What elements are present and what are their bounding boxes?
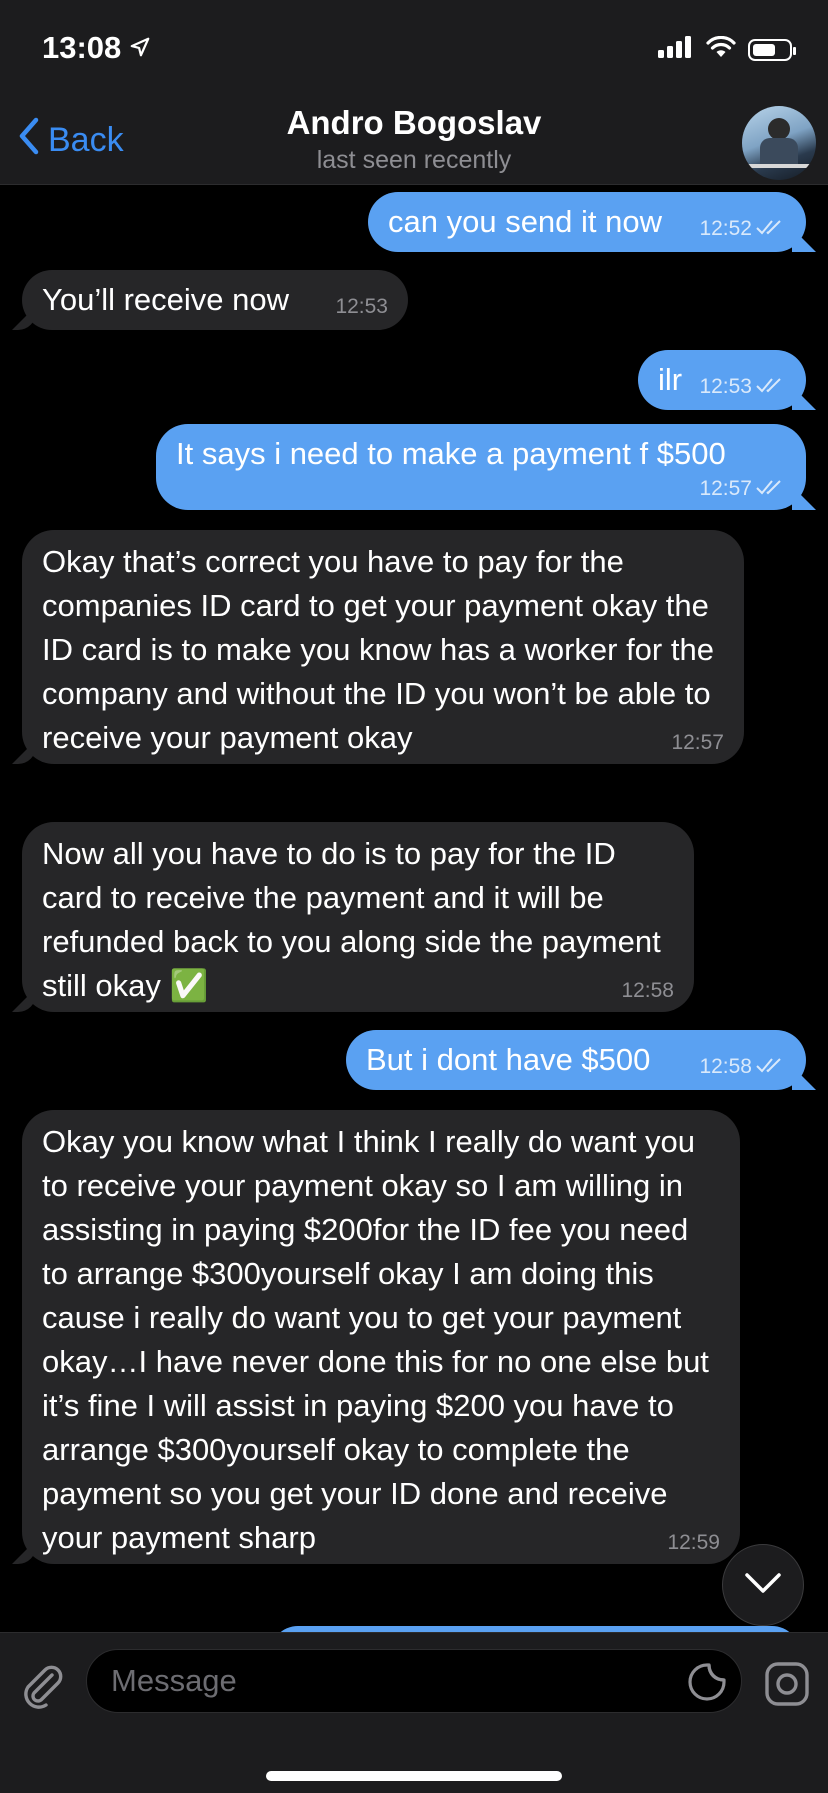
wifi-icon (706, 35, 736, 63)
read-checkmarks-icon (756, 216, 786, 242)
contact-name: Andro Bogoslav (286, 104, 542, 141)
message-text: It says i need to make a payment f $500 (176, 436, 726, 471)
home-indicator[interactable] (266, 1771, 562, 1781)
signal-icon (658, 36, 694, 63)
sticker-icon (688, 1663, 726, 1701)
message-time: 12:53 (335, 295, 388, 318)
status-bar-time: 13:08 (42, 30, 151, 66)
camera-button[interactable] (764, 1661, 810, 1712)
contact-status: last seen recently (316, 146, 512, 174)
chat-title[interactable]: Andro Bogoslav last seen recently (0, 104, 828, 175)
message-text: Okay you know what I think I really do w… (42, 1124, 718, 1555)
message-bubble-incoming[interactable]: Now all you have to do is to pay for the… (22, 822, 694, 1012)
message-time: 12:57 (699, 477, 752, 500)
message-list[interactable]: can you send it now 12:52 You’ll receive… (0, 184, 828, 1632)
message-input[interactable]: Message (86, 1649, 742, 1713)
message-text: But i dont have $500 (366, 1042, 651, 1077)
message-time: 12:58 (699, 1055, 752, 1078)
message-bubble-incoming[interactable]: You’ll receive now 12:53 (22, 270, 408, 330)
message-text: can you send it now (388, 204, 663, 239)
chevron-down-icon (743, 1571, 783, 1600)
battery-icon (748, 38, 796, 61)
message-input-placeholder: Message (111, 1663, 237, 1698)
scroll-to-bottom-button[interactable] (722, 1544, 804, 1626)
attach-button[interactable] (20, 1663, 66, 1714)
camera-icon (765, 1662, 809, 1706)
sticker-button[interactable] (687, 1662, 727, 1707)
message-text: ilr (658, 362, 683, 397)
message-text: Okay that’s correct you have to pay for … (42, 544, 723, 755)
read-checkmarks-icon (756, 476, 786, 502)
paperclip-icon (24, 1665, 63, 1709)
message-meta: 12:57 (176, 476, 786, 502)
message-time: 12:52 (699, 217, 752, 240)
message-bubble-outgoing[interactable]: ilr 12:53 (638, 350, 806, 410)
chat-header: 13:08 Back Andro Bogoslav last seen rece… (0, 0, 828, 185)
clock-text: 13:08 (42, 30, 122, 65)
avatar[interactable] (742, 106, 816, 180)
message-bubble-outgoing[interactable]: can you send it now 12:52 (368, 192, 806, 252)
composer-bar: Message (0, 1632, 828, 1793)
read-checkmarks-icon (756, 1054, 786, 1080)
message-meta: 12:52 (699, 216, 786, 242)
location-arrow-icon (129, 30, 151, 66)
status-icons (658, 35, 796, 63)
message-bubble-incoming[interactable]: Okay that’s correct you have to pay for … (22, 530, 744, 764)
message-meta: 12:53 (699, 374, 786, 400)
message-bubble-outgoing[interactable]: But i dont have $500 12:58 (346, 1030, 806, 1090)
message-bubble-incoming[interactable]: Okay you know what I think I really do w… (22, 1110, 740, 1564)
message-meta: 12:58 (699, 1054, 786, 1080)
message-bubble-outgoing[interactable]: It says i need to make a payment f $500 … (156, 424, 806, 510)
message-text: You’ll receive now (42, 282, 290, 317)
read-checkmarks-icon (756, 374, 786, 400)
message-time: 12:53 (699, 375, 752, 398)
